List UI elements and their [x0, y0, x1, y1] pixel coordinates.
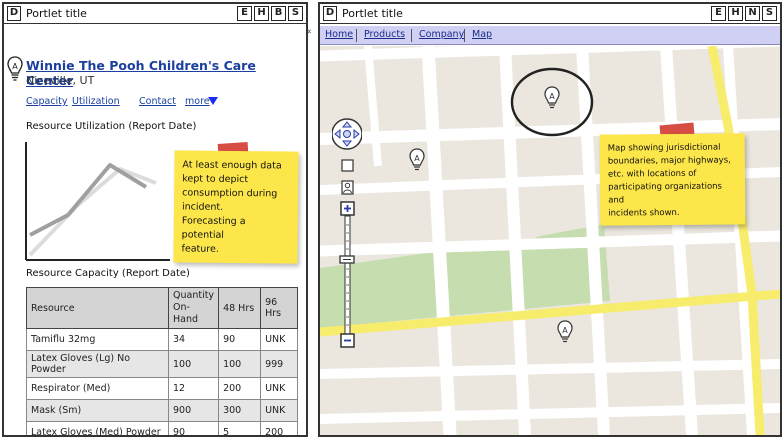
cell-quantity: 12	[167, 377, 220, 400]
svg-text:A: A	[549, 92, 555, 101]
note-line: incident.	[181, 201, 224, 213]
map-sticky-note: Map showing jurisdictional boundaries, m…	[599, 133, 746, 226]
utilization-title: Resource Utilization (Report Date)	[26, 121, 197, 132]
s-button[interactable]: S	[762, 6, 777, 21]
portlet-menu-icon[interactable]: D	[323, 6, 337, 21]
cell-96hrs: 999	[260, 350, 298, 378]
portlet-window-controls: E H N S	[711, 6, 777, 21]
s-button[interactable]: S	[288, 6, 303, 21]
portlet-menu-icon[interactable]: D	[7, 6, 21, 21]
cell-48hrs: 100	[218, 350, 262, 378]
sticky-note: At least enough data kept to depict cons…	[173, 150, 299, 264]
portlet-titlebar: D Portlet title E H N S	[320, 4, 780, 24]
table-row: Mask (Sm) 900 300 UNK	[26, 399, 298, 422]
nav-tabbar: Home Products Company Map	[320, 26, 780, 45]
table-header-row: Resource Quantity On-Hand 48 Hrs 96 Hrs	[26, 287, 298, 329]
cell-96hrs: 200	[260, 421, 298, 435]
cell-quantity: 900	[167, 399, 220, 422]
utilization-sketch-chart	[25, 142, 170, 261]
column-header-quantity-line2: On-Hand	[173, 302, 199, 325]
portlet-titlebar: D Portlet title E H B S	[4, 4, 306, 24]
zoom-out-icon	[340, 333, 355, 348]
cell-48hrs: 90	[218, 328, 262, 351]
note-line: Forecasting a potential	[181, 215, 246, 241]
cell-resource: Latex Gloves (Lg) No Powder	[26, 350, 169, 378]
zoom-in-icon	[340, 201, 355, 216]
tab-separator	[356, 29, 357, 42]
n-button[interactable]: N	[745, 6, 760, 21]
note-line: incidents shown.	[608, 207, 680, 219]
cell-48hrs: 300	[218, 399, 262, 422]
facility-portlet: D Portlet title E H B S A Winnie The Poo…	[2, 2, 308, 437]
cell-48hrs: 5	[218, 421, 262, 435]
table-row: Tamiflu 32mg 34 90 UNK	[26, 328, 298, 351]
chart-series-dark	[29, 163, 148, 237]
cell-quantity: 100	[167, 350, 220, 378]
street-view-icon	[341, 180, 354, 195]
tab-separator	[411, 29, 412, 42]
more-link[interactable]: more	[185, 96, 210, 107]
tab-map[interactable]: Map	[472, 29, 492, 40]
tab-products[interactable]: Products	[364, 29, 405, 40]
column-header-quantity: Quantity On-Hand	[167, 287, 220, 329]
cell-resource: Latex Gloves (Med) Powder	[26, 421, 169, 435]
cell-48hrs: 200	[218, 377, 262, 400]
help-button[interactable]: H	[254, 6, 269, 21]
note-line: Map showing jurisdictional	[607, 142, 721, 154]
cell-96hrs: UNK	[260, 399, 298, 422]
column-header-48hrs: 48 Hrs	[218, 287, 262, 329]
map-zoom-controls	[332, 118, 362, 348]
note-line: consumption during	[182, 187, 278, 200]
note-line: etc. with locations of	[607, 168, 697, 180]
collapse-arrow-icon[interactable]: «	[306, 27, 312, 37]
org-location: Niceville, UT	[26, 74, 95, 87]
cell-96hrs: UNK	[260, 377, 298, 400]
note-line: feature.	[181, 243, 219, 255]
zoom-slider-track	[344, 215, 351, 335]
column-header-resource: Resource	[26, 287, 169, 329]
b-button[interactable]: B	[271, 6, 286, 21]
note-line: participating organizations and	[608, 181, 723, 206]
cell-quantity: 34	[167, 328, 220, 351]
edit-button[interactable]: E	[237, 6, 252, 21]
cell-resource: Mask (Sm)	[26, 399, 169, 422]
cell-resource: Respirator (Med)	[26, 377, 169, 400]
resource-capacity-table: Resource Quantity On-Hand 48 Hrs 96 Hrs …	[26, 287, 298, 435]
portlet-title: Portlet title	[26, 7, 87, 20]
jurisdiction-map[interactable]: A A A	[320, 46, 780, 435]
table-row: Respirator (Med) 12 200 UNK	[26, 377, 298, 400]
table-row: Latex Gloves (Med) Powder 90 5 200	[26, 421, 298, 435]
pan-control-icon[interactable]	[332, 118, 362, 150]
cell-resource: Tamiflu 32mg	[26, 328, 169, 351]
table-row: Latex Gloves (Lg) No Powder 100 100 999	[26, 350, 298, 378]
zoom-reset-button	[341, 159, 354, 172]
capacity-link[interactable]: Capacity	[26, 96, 68, 107]
contact-link[interactable]: Contact	[139, 96, 176, 107]
map-portlet: D Portlet title E H N S « Home Products …	[306, 2, 782, 437]
svg-text:A: A	[562, 326, 568, 335]
portlet-title: Portlet title	[342, 7, 403, 20]
svg-text:A: A	[414, 154, 420, 163]
help-button[interactable]: H	[728, 6, 743, 21]
utilization-link[interactable]: Utilization	[72, 96, 120, 107]
cell-96hrs: UNK	[260, 328, 298, 351]
tab-company[interactable]: Company	[419, 29, 464, 40]
more-arrow-icon[interactable]	[208, 97, 218, 105]
note-line: kept to depict	[182, 173, 249, 186]
tab-home[interactable]: Home	[325, 29, 353, 40]
tab-separator	[464, 29, 465, 42]
note-line: boundaries, major highways,	[607, 155, 731, 167]
svg-text:A: A	[12, 62, 18, 71]
column-header-96hrs: 96 Hrs	[260, 287, 298, 329]
edit-button[interactable]: E	[711, 6, 726, 21]
portlet-window-controls: E H B S	[237, 6, 303, 21]
capacity-title: Resource Capacity (Report Date)	[26, 268, 190, 279]
note-line: At least enough data	[182, 159, 282, 172]
cell-quantity: 90	[167, 421, 220, 435]
column-header-quantity-line1: Quantity	[173, 290, 215, 301]
lightbulb-icon: A	[7, 56, 23, 81]
